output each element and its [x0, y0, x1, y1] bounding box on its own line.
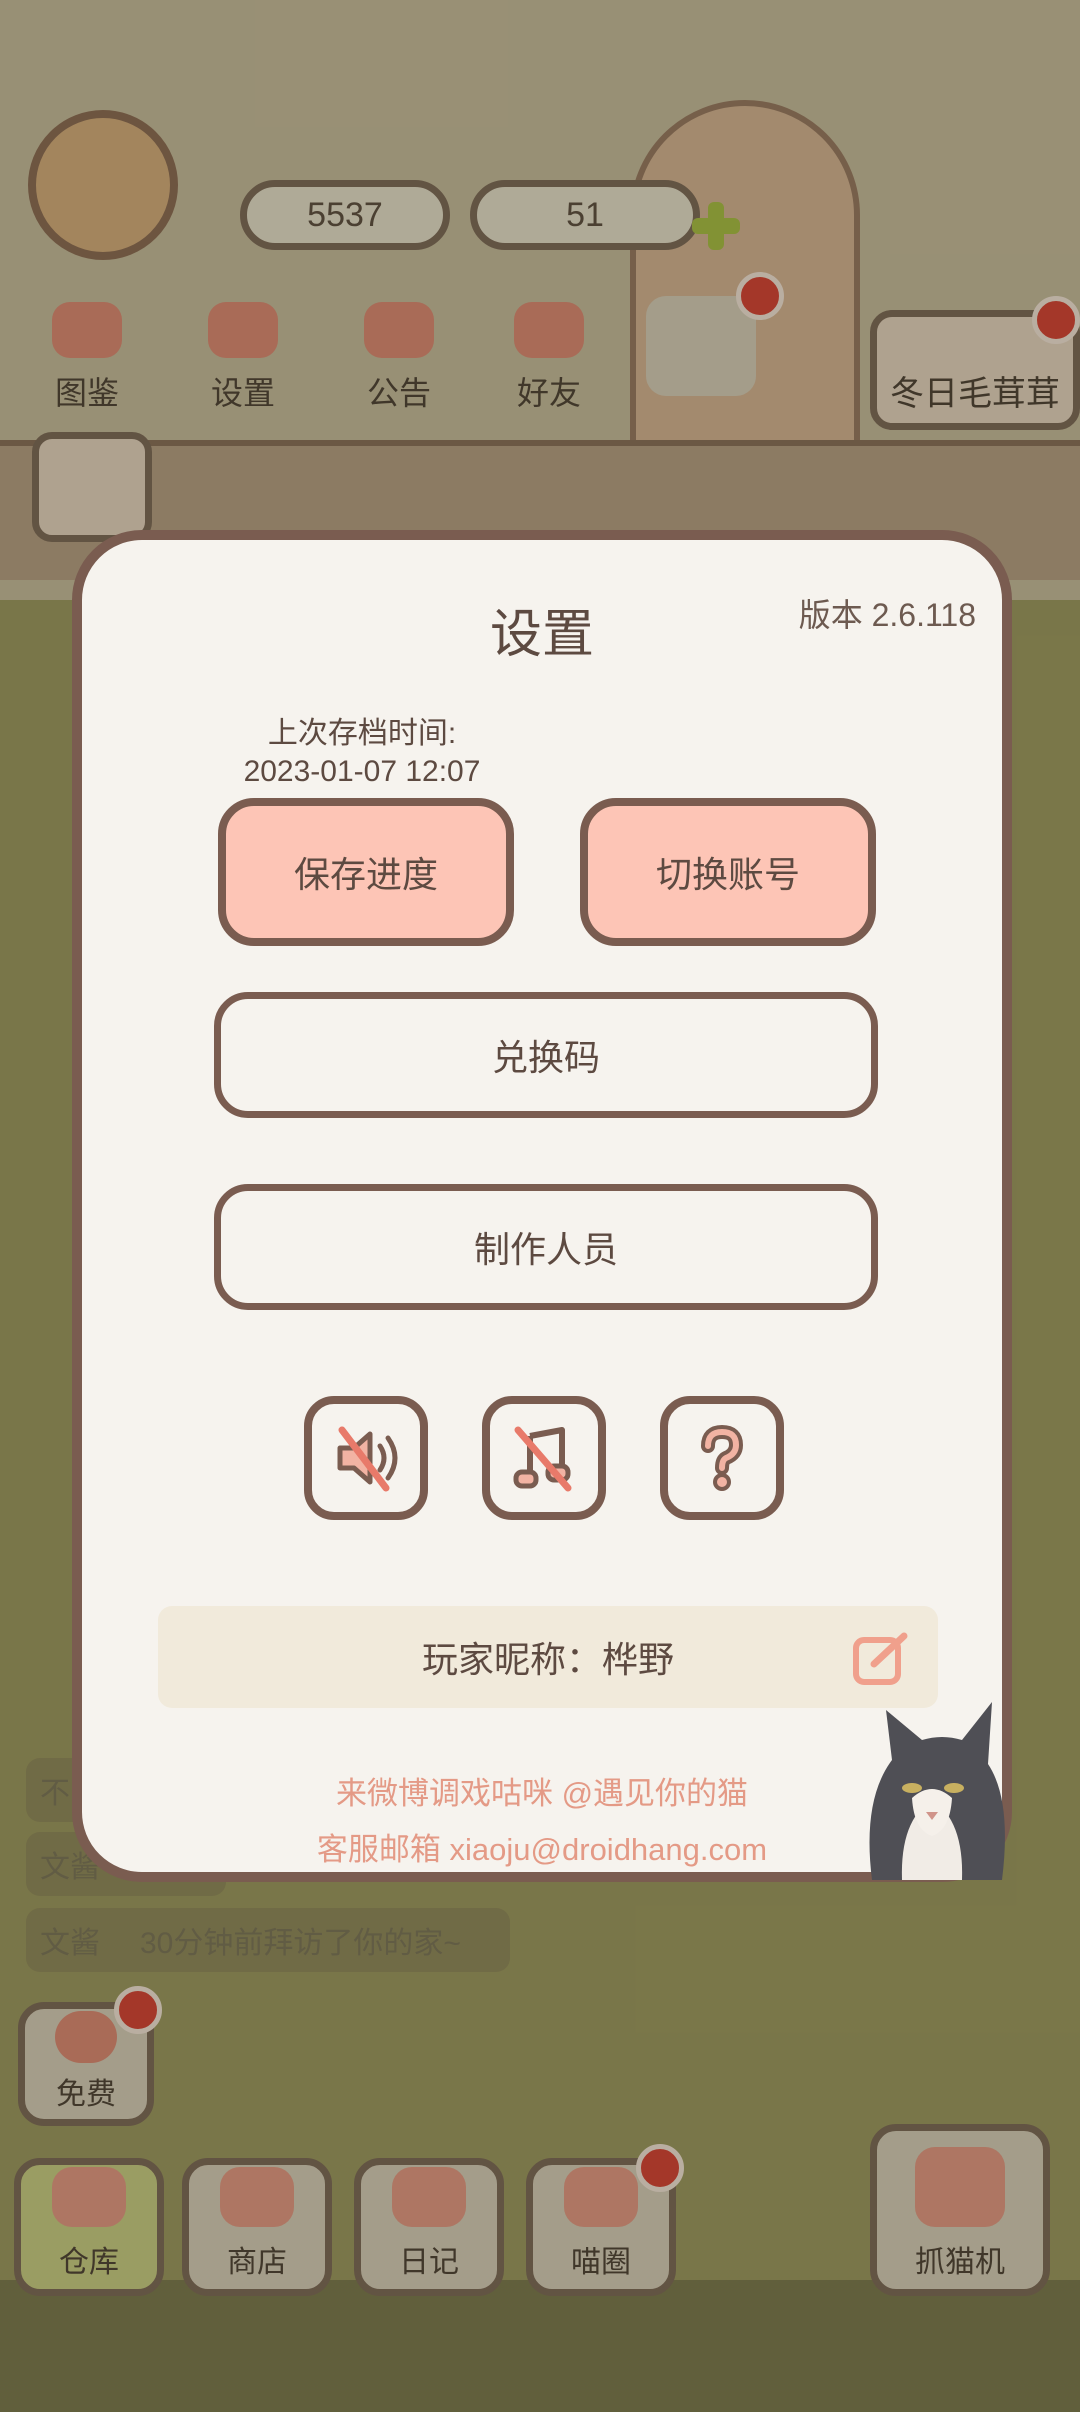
nickname-label: 玩家昵称：桦野	[421, 1639, 674, 1680]
save-progress-button[interactable]: 保存进度	[218, 798, 514, 946]
peeking-cat-image	[852, 1680, 1012, 1880]
last-save-label: 上次存档时间:	[267, 717, 457, 750]
redeem-code-label: 兑换码	[491, 1037, 600, 1078]
redeem-code-button[interactable]: 兑换码	[214, 992, 878, 1118]
switch-account-button[interactable]: 切换账号	[580, 798, 876, 946]
credits-label: 制作人员	[473, 1229, 618, 1270]
sound-toggle-button[interactable]	[304, 1396, 428, 1520]
music-muted-icon	[513, 1426, 572, 1492]
switch-account-label: 切换账号	[655, 854, 800, 895]
help-icon	[701, 1424, 744, 1491]
last-save-value: 2023-01-07 12:07	[243, 755, 481, 788]
nickname-bar: 玩家昵称：桦野	[158, 1606, 938, 1708]
sound-muted-icon	[337, 1426, 398, 1492]
version-label: 版本 2.6.118	[798, 597, 976, 633]
save-progress-label: 保存进度	[293, 854, 438, 895]
music-toggle-button[interactable]	[482, 1396, 606, 1520]
last-save-info: 上次存档时间: 2023-01-07 12:07	[232, 715, 492, 791]
credits-button[interactable]: 制作人员	[214, 1184, 878, 1310]
help-button[interactable]	[660, 1396, 784, 1520]
